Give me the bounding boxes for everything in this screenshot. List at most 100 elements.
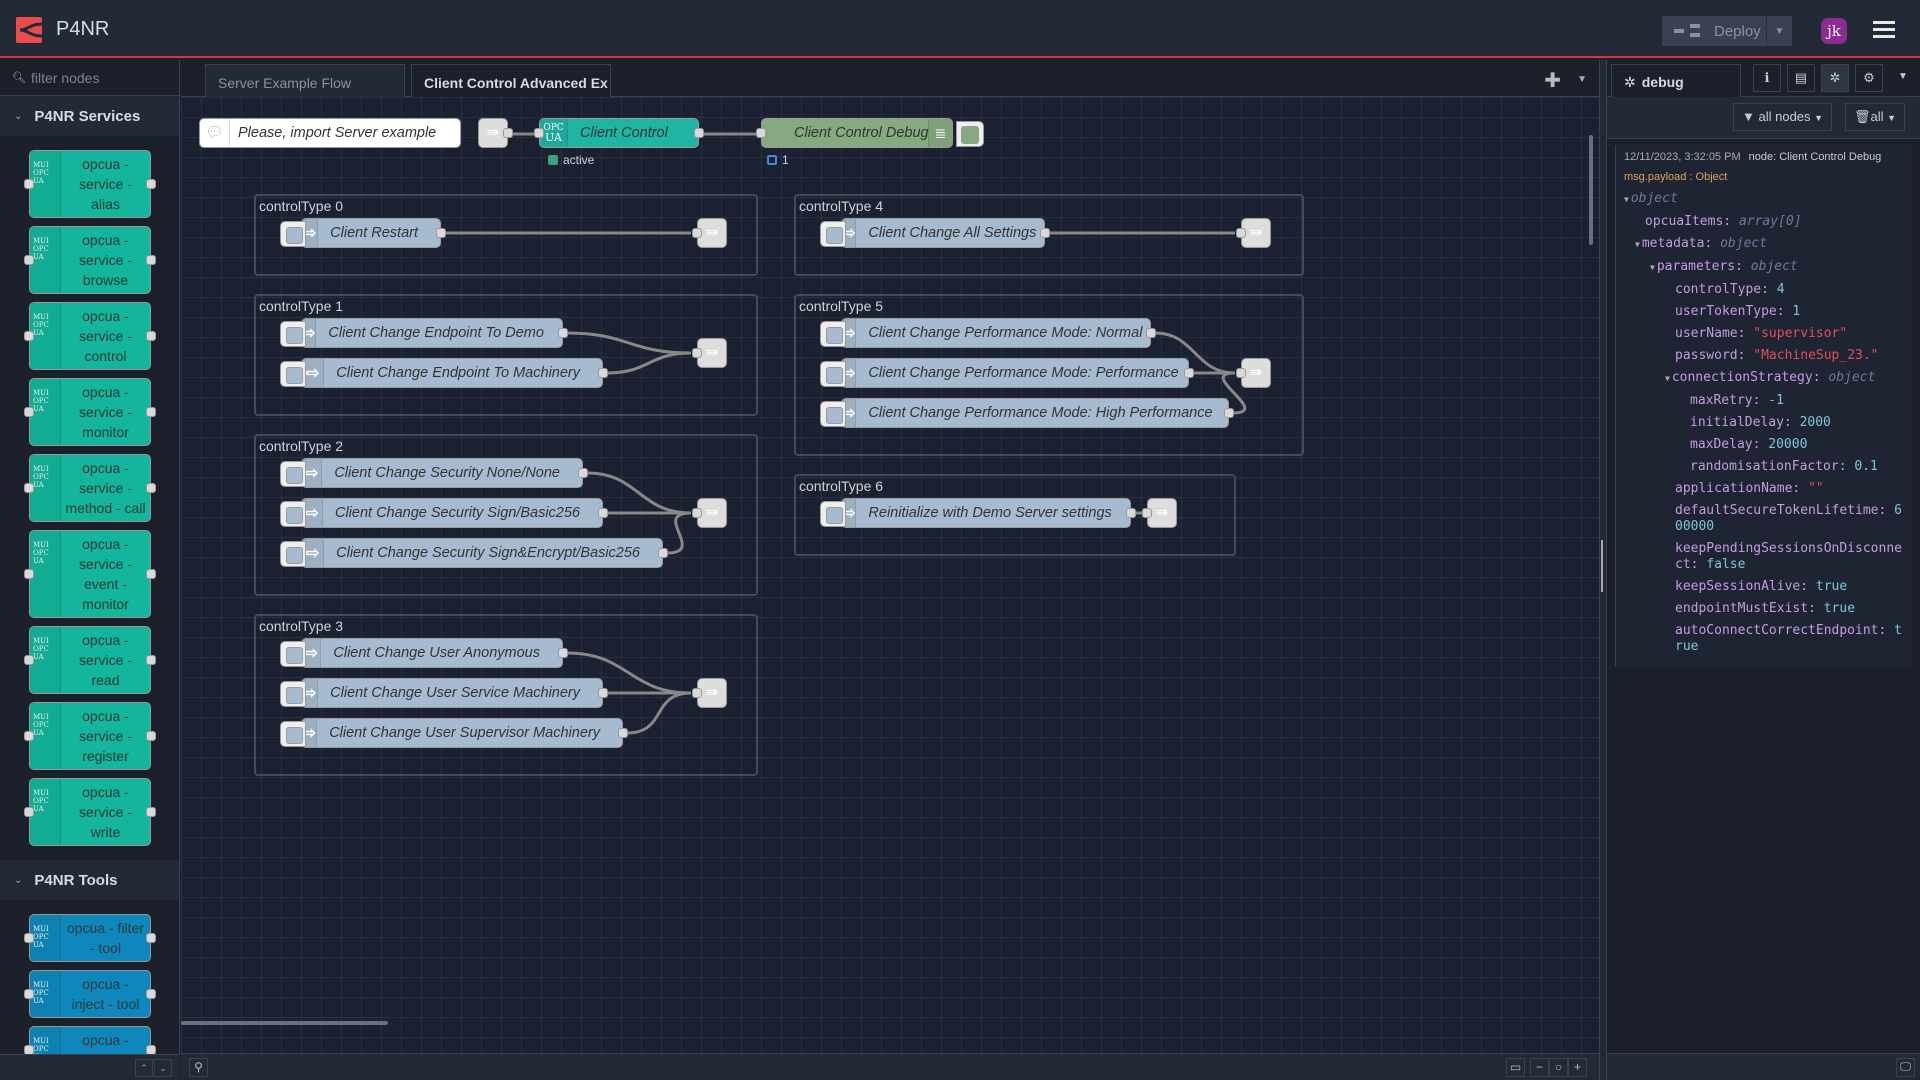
inject-trigger-button[interactable] bbox=[280, 501, 306, 527]
palette-node[interactable]: MUI OPC UA opcua - service - control bbox=[24, 302, 156, 370]
debug-tab-button[interactable]: ✲ bbox=[1821, 64, 1849, 92]
debug-toggle-button[interactable] bbox=[956, 121, 984, 147]
output-port[interactable] bbox=[1224, 408, 1234, 418]
output-port[interactable] bbox=[1126, 508, 1136, 518]
inject-node[interactable]: ⇨ Client Change Endpoint To Demo bbox=[280, 318, 568, 348]
inject-trigger-button[interactable] bbox=[280, 681, 306, 707]
palette-category-header[interactable]: ⌄ P4NR Tools bbox=[0, 860, 179, 900]
open-debug-window-button[interactable]: 🖵︎ bbox=[1896, 1058, 1915, 1077]
sidebar-more-dropdown[interactable]: ▼ bbox=[1889, 64, 1917, 92]
add-flow-button[interactable]: ✚ bbox=[1544, 68, 1561, 93]
link-out-node[interactable]: ⇛ bbox=[692, 498, 727, 528]
input-port[interactable] bbox=[692, 688, 702, 698]
input-port[interactable] bbox=[692, 228, 702, 238]
link-out-node[interactable]: ⇛ bbox=[1142, 498, 1177, 528]
flow-list-dropdown[interactable]: ▼ bbox=[1577, 74, 1587, 85]
input-port[interactable] bbox=[756, 128, 766, 138]
info-tab-button[interactable]: ℹ bbox=[1753, 64, 1781, 92]
tree-row[interactable]: ▼ parameters: object bbox=[1624, 259, 1904, 276]
inject-node[interactable]: ⇨ Client Change Security None/None bbox=[280, 458, 588, 488]
palette-node[interactable]: MUI OPC UA opcua - service - write bbox=[24, 778, 156, 846]
link-in-node[interactable]: ⇛ bbox=[478, 118, 513, 148]
palette-node[interactable]: MUI OPC UA opcua - service - browse bbox=[24, 226, 156, 294]
user-avatar[interactable]: jk bbox=[1821, 18, 1847, 44]
inject-node[interactable]: ⇨ Client Change All Settings bbox=[820, 218, 1050, 248]
inject-node[interactable]: ⇨ Reinitialize with Demo Server settings bbox=[820, 498, 1136, 528]
horizontal-scrollbar[interactable] bbox=[181, 1021, 388, 1025]
palette-node[interactable]: MUI OPC UA opcua - filter - tool bbox=[24, 914, 156, 962]
inject-node[interactable]: ⇨ Client Change User Anonymous bbox=[280, 638, 568, 668]
tab-server-example-flow[interactable]: Server Example Flow bbox=[205, 64, 405, 97]
link-out-node[interactable]: ⇛ bbox=[1236, 358, 1271, 388]
inject-trigger-button[interactable] bbox=[820, 401, 846, 427]
expand-all-button[interactable]: ⌄ bbox=[154, 1059, 172, 1077]
client-control-debug-node[interactable]: Client Control Debug ≣ bbox=[756, 118, 984, 148]
message-node[interactable]: node: Client Control Debug bbox=[1749, 151, 1882, 163]
palette-node[interactable]: MUI OPC UA opcua - service - alias bbox=[24, 150, 156, 218]
output-port[interactable] bbox=[578, 468, 588, 478]
input-port[interactable] bbox=[1142, 508, 1152, 518]
zoom-in-button[interactable]: + bbox=[1568, 1058, 1587, 1077]
port[interactable] bbox=[503, 128, 513, 138]
output-port[interactable] bbox=[1146, 328, 1156, 338]
inject-node[interactable]: ⇨ Client Change Performance Mode: Perform… bbox=[820, 358, 1194, 388]
zoom-out-button[interactable]: − bbox=[1530, 1058, 1549, 1077]
vertical-scrollbar[interactable] bbox=[1589, 135, 1593, 245]
inject-trigger-button[interactable] bbox=[280, 221, 306, 247]
flow-canvas[interactable]: 💬︎ Please, import Server example ⇛ OPC UA… bbox=[181, 97, 1599, 1053]
inject-trigger-button[interactable] bbox=[280, 461, 306, 487]
output-port[interactable] bbox=[558, 328, 568, 338]
inject-node[interactable]: ⇨ Client Restart bbox=[280, 218, 446, 248]
output-port[interactable] bbox=[436, 228, 446, 238]
output-port[interactable] bbox=[598, 688, 608, 698]
deploy-options-caret[interactable]: ▼ bbox=[1766, 16, 1792, 46]
main-menu-button[interactable] bbox=[1873, 21, 1895, 39]
inject-node[interactable]: ⇨ Client Change User Supervisor Machinery bbox=[280, 718, 628, 748]
navigator-map-button[interactable]: ▭ bbox=[1506, 1058, 1525, 1077]
inject-node[interactable]: ⇨ Client Change Performance Mode: Normal bbox=[820, 318, 1156, 348]
message-path[interactable]: msg.payload : Object bbox=[1624, 171, 1904, 183]
inject-node[interactable]: ⇨ Client Change User Service Machinery bbox=[280, 678, 608, 708]
input-port[interactable] bbox=[1236, 228, 1246, 238]
output-port[interactable] bbox=[558, 648, 568, 658]
palette-node[interactable]: MUI OPC UA opcua - inject - tool bbox=[24, 970, 156, 1018]
sidebar-resize-handle[interactable] bbox=[1599, 60, 1606, 1080]
palette-node[interactable]: MUI OPC UA opcua - service - monitor bbox=[24, 378, 156, 446]
palette-node[interactable]: MUI OPC UA opcua - service - event - monito… bbox=[24, 530, 156, 618]
output-port[interactable] bbox=[694, 128, 704, 138]
inject-trigger-button[interactable] bbox=[280, 321, 306, 347]
tree-row[interactable]: ▼ metadata: object bbox=[1624, 236, 1904, 253]
output-port[interactable] bbox=[658, 548, 668, 558]
output-port[interactable] bbox=[598, 368, 608, 378]
output-port[interactable] bbox=[598, 508, 608, 518]
input-port[interactable] bbox=[692, 508, 702, 518]
inject-node[interactable]: ⇨ Client Change Performance Mode: High Pe… bbox=[820, 398, 1234, 428]
zoom-reset-button[interactable]: ○ bbox=[1549, 1058, 1568, 1077]
palette-category-header[interactable]: ⌄ P4NR Services bbox=[0, 96, 179, 136]
inject-trigger-button[interactable] bbox=[820, 321, 846, 347]
palette-node[interactable]: MUI OPC UA opcua - service - read bbox=[24, 626, 156, 694]
tree-row[interactable]: ▼ connectionStrategy: object bbox=[1624, 370, 1904, 387]
link-out-node[interactable]: ⇛ bbox=[692, 678, 727, 708]
output-port[interactable] bbox=[1184, 368, 1194, 378]
inject-trigger-button[interactable] bbox=[280, 541, 306, 567]
palette-node[interactable]: MUI OPC UA opcua - service - method - call bbox=[24, 454, 156, 522]
inject-trigger-button[interactable] bbox=[820, 361, 846, 387]
tab-client-control-advanced[interactable]: Client Control Advanced Ex bbox=[411, 64, 611, 97]
config-gear-button[interactable]: ⚙ bbox=[1855, 64, 1883, 92]
comment-node[interactable]: 💬︎ Please, import Server example bbox=[199, 118, 461, 148]
inject-trigger-button[interactable] bbox=[280, 361, 306, 387]
debug-filter-dropdown[interactable]: ▼ all nodes ▼ bbox=[1733, 103, 1833, 131]
link-out-node[interactable]: ⇛ bbox=[692, 218, 727, 248]
link-out-node[interactable]: ⇛ bbox=[692, 338, 727, 368]
tab-debug[interactable]: ✲ debug bbox=[1611, 64, 1741, 97]
deploy-button[interactable]: Deploy ▼ bbox=[1662, 16, 1792, 46]
inject-trigger-button[interactable] bbox=[280, 641, 306, 667]
link-out-node[interactable]: ⇛ bbox=[1236, 218, 1271, 248]
node-group[interactable]: controlType 1 bbox=[254, 294, 758, 416]
inject-trigger-button[interactable] bbox=[820, 221, 846, 247]
input-port[interactable] bbox=[534, 128, 544, 138]
input-port[interactable] bbox=[692, 348, 702, 358]
client-control-node[interactable]: OPC UA Client Control bbox=[534, 118, 704, 148]
output-port[interactable] bbox=[618, 728, 628, 738]
